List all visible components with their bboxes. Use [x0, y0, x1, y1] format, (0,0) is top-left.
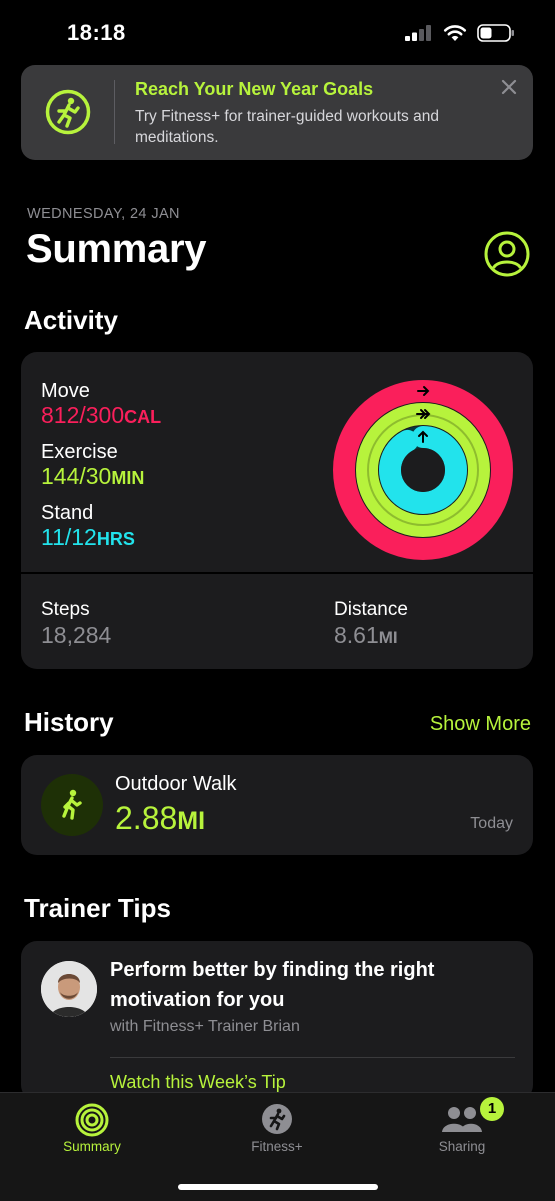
- exercise-value: 144/30: [41, 463, 112, 489]
- banner-text: Try Fitness+ for trainer-guided workouts…: [135, 108, 439, 146]
- history-item-value: 2.88: [115, 800, 178, 836]
- move-label: Move: [41, 380, 90, 402]
- page-title: Summary: [26, 227, 207, 271]
- show-more-link[interactable]: Show More: [430, 713, 531, 736]
- history-item-metric: 2.88MI: [115, 800, 205, 837]
- tab-fitness-plus-label: Fitness+: [251, 1139, 303, 1154]
- sharing-icon: [442, 1107, 482, 1132]
- rings-center: [401, 448, 445, 492]
- sharing-badge: 1: [480, 1097, 504, 1121]
- activity-rings: [333, 380, 513, 560]
- activity-section-title: Activity: [24, 305, 118, 335]
- move-value: 812/300: [41, 402, 125, 428]
- history-section-title: History: [24, 707, 114, 737]
- close-icon[interactable]: [499, 77, 519, 97]
- exercise-label: Exercise: [41, 441, 118, 463]
- tab-sharing[interactable]: 1 Sharing: [397, 1093, 527, 1173]
- date-label: WEDNESDAY, 24 JAN: [27, 206, 180, 222]
- exercise-unit: MIN: [111, 468, 145, 488]
- trainer-tip-title: Perform better by finding the right moti…: [110, 959, 435, 1011]
- fitness-plus-tab-icon: [262, 1104, 292, 1134]
- history-item-date: Today: [470, 815, 513, 832]
- distance-metric: 8.61MI: [334, 622, 398, 649]
- status-icons: [405, 22, 515, 44]
- stand-unit: HRS: [96, 529, 135, 549]
- walk-icon-badge: [41, 774, 103, 836]
- activity-divider: [21, 572, 533, 574]
- tab-summary[interactable]: Summary: [27, 1093, 157, 1173]
- activity-rings-icon: [75, 1103, 109, 1137]
- move-metric: 812/300CAL: [41, 402, 161, 429]
- history-item-unit: MI: [177, 807, 206, 835]
- trainer-tip-subtitle: with Fitness+ Trainer Brian: [110, 1018, 300, 1035]
- stand-metric: 11/12HRS: [41, 524, 135, 551]
- trainer-tip-divider: [110, 1057, 515, 1058]
- profile-icon[interactable]: [484, 231, 530, 277]
- tab-fitness-plus[interactable]: Fitness+: [212, 1093, 342, 1173]
- walk-icon: [62, 789, 82, 820]
- distance-label: Distance: [334, 599, 408, 620]
- history-item-card[interactable]: Outdoor Walk 2.88MI Today: [21, 755, 533, 855]
- wifi-icon: [443, 25, 467, 41]
- activity-card[interactable]: Move 812/300CAL Exercise 144/30MIN Stand…: [21, 352, 533, 669]
- move-unit: CAL: [124, 407, 162, 427]
- steps-value: 18,284: [41, 622, 112, 648]
- distance-unit: MI: [378, 628, 398, 647]
- steps-label: Steps: [41, 599, 90, 620]
- watch-tip-link[interactable]: Watch this Week’s Tip: [110, 1072, 286, 1093]
- banner-divider: [114, 80, 115, 144]
- fitness-plus-icon: [45, 89, 91, 135]
- trainer-tips-section-title: Trainer Tips: [24, 893, 171, 923]
- distance-value: 8.61: [334, 622, 379, 648]
- fitness-plus-banner[interactable]: Reach Your New Year Goals Try Fitness+ f…: [21, 65, 533, 160]
- status-time: 18:18: [67, 20, 126, 45]
- tab-sharing-label: Sharing: [438, 1139, 486, 1154]
- stand-value: 11/12: [41, 524, 97, 550]
- tab-summary-label: Summary: [63, 1139, 121, 1154]
- trainer-avatar: [41, 961, 97, 1017]
- home-indicator: [178, 1184, 378, 1190]
- history-item-name: Outdoor Walk: [115, 773, 237, 795]
- cellular-signal-icon: [405, 25, 431, 41]
- battery-icon: [477, 24, 514, 42]
- exercise-metric: 144/30MIN: [41, 463, 144, 490]
- banner-title: Reach Your New Year Goals: [135, 79, 374, 99]
- stand-label: Stand: [41, 502, 94, 524]
- trainer-tip-card[interactable]: Perform better by finding the right moti…: [21, 941, 533, 1101]
- trainer-avatar-image: [41, 961, 97, 1017]
